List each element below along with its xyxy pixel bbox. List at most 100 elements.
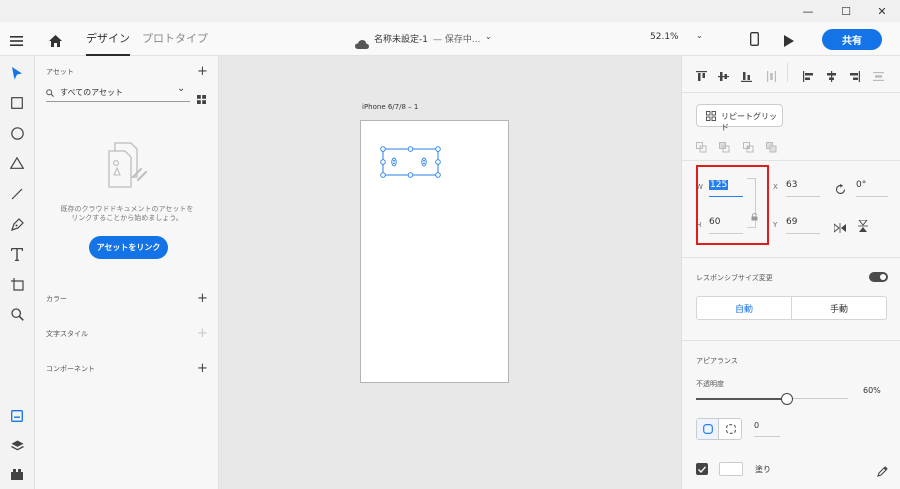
assets-panel: アセット + すべてのアセット ⌄ 既存のクラウドドキュメントのアセットを リン… [35,56,219,489]
add-color-plus-icon[interactable]: + [197,292,208,305]
uniform-radius-button[interactable] [697,419,719,439]
text-tool-icon[interactable] [6,243,28,265]
uniform-corner-icon [703,424,713,434]
device-preview-icon[interactable] [750,31,759,50]
auto-resize-button[interactable]: 自動 [696,296,792,320]
align-left-icon[interactable] [803,67,814,86]
distribute-vertical-icon [873,67,884,86]
divider [682,257,900,258]
corner-radius-field[interactable]: 0 [754,421,759,430]
selected-repeat-grid-element[interactable] [380,146,442,181]
rectangle-tool-icon[interactable] [6,92,28,114]
maximize-button[interactable]: ☐ [828,0,864,22]
corner-radius-mode-toggle [696,418,742,440]
align-bottom-icon[interactable] [741,67,752,86]
fill-label: 塗り [755,465,771,474]
check-icon [698,465,706,473]
link-assets-button[interactable]: アセットをリンク [89,236,168,259]
rotation-field[interactable]: 0° [856,180,866,190]
share-button[interactable]: 共有 [822,29,882,50]
boolean-exclude-icon [766,138,777,157]
asset-filter-dropdown[interactable]: すべてのアセット ⌄ [46,83,190,102]
filter-chevron-down-icon: ⌄ [177,83,186,94]
align-middle-icon[interactable] [718,67,729,86]
opacity-slider[interactable] [696,393,848,405]
section-components-label: コンポーネント [46,365,95,373]
repeat-grid-button[interactable]: リピートグリッド [696,104,783,132]
align-right-icon[interactable] [849,67,860,86]
highlight-annotation [696,165,769,245]
ellipse-tool-icon[interactable] [6,122,28,144]
minimize-button[interactable]: — [790,0,826,22]
pen-tool-icon[interactable] [6,213,28,235]
cloud-icon [355,34,369,53]
play-preview-icon[interactable] [784,32,794,51]
opacity-slider-fill [696,398,788,400]
eyedropper-icon[interactable] [877,462,888,481]
tool-bar [0,56,35,489]
section-colors-label: カラー [46,295,67,303]
manual-resize-button[interactable]: 手動 [791,296,887,320]
responsive-resize-toggle[interactable] [869,272,888,282]
add-character-style-plus-icon: + [197,326,208,341]
repeat-grid-label: リピートグリッド [721,112,777,132]
corner-radius-underline [754,436,780,437]
search-icon [46,89,54,97]
assets-panel-icon[interactable] [6,405,28,427]
app-header: デザイン プロトタイプ 名称未設定-1 — 保存中... ⌄ 52.1% ⌄ 共… [0,22,900,56]
layers-panel-icon[interactable] [6,435,28,457]
rotation-field-underline [856,196,888,197]
design-canvas[interactable]: iPhone 6/7/8 – 1 [219,56,681,489]
line-tool-icon[interactable] [6,183,28,205]
property-inspector: リピートグリッド W 125 H 60 X 63 Y 69 0° レスポンシブサ… [681,56,900,489]
divider [682,92,900,93]
zoom-tool-icon[interactable] [6,303,28,325]
divider [787,63,788,82]
add-component-plus-icon[interactable]: + [197,362,208,375]
home-icon[interactable] [49,32,62,51]
select-tool-icon[interactable] [6,62,28,84]
add-asset-plus-icon[interactable]: + [197,65,208,78]
align-top-icon[interactable] [696,67,707,86]
opacity-label: 不透明度 [696,380,724,388]
opacity-slider-thumb[interactable] [781,393,794,405]
repeat-grid-icon [706,111,716,121]
section-character-styles-label: 文字スタイル [46,330,88,338]
align-center-icon[interactable] [826,67,837,86]
document-title[interactable]: 名称未設定-1 [374,32,428,45]
artboard[interactable] [360,120,509,383]
chevron-down-icon[interactable]: ⌄ [485,32,492,41]
opacity-value[interactable]: 60% [863,386,881,395]
distribute-horizontal-icon [766,67,777,86]
tab-design[interactable]: デザイン [86,22,130,56]
linked-document-illustration-icon [107,139,149,195]
responsive-resize-label: レスポンシブサイズ変更 [696,274,773,282]
divider [682,340,900,341]
fill-color-swatch[interactable] [719,462,743,476]
flip-vertical-icon[interactable] [858,217,868,236]
grid-view-icon[interactable] [197,89,206,108]
empty-assets-message-line2: リンクすることから始めましょう。 [71,214,183,222]
appearance-section-title: アピアランス [696,357,738,365]
per-corner-radius-button[interactable] [720,419,742,439]
close-window-button[interactable]: ✕ [864,0,900,22]
boolean-intersect-icon [743,138,754,157]
tab-prototype[interactable]: プロトタイプ [142,22,208,56]
x-field-underline [786,196,820,197]
x-label: X [773,183,778,191]
boolean-add-icon [696,138,707,157]
fill-checkbox[interactable] [696,463,708,475]
per-corner-icon [726,424,736,434]
y-field[interactable]: 69 [786,217,797,227]
artboard-label[interactable]: iPhone 6/7/8 – 1 [362,103,418,111]
artboard-tool-icon[interactable] [6,273,28,295]
x-field[interactable]: 63 [786,180,797,190]
assets-panel-title: アセット [46,68,74,76]
boolean-subtract-icon [719,138,730,157]
zoom-level[interactable]: 52.1% [650,32,679,42]
hamburger-menu-icon[interactable] [10,32,23,51]
flip-horizontal-icon[interactable] [833,218,846,237]
polygon-tool-icon[interactable] [6,152,28,174]
plugins-panel-icon[interactable] [6,463,28,485]
zoom-chevron-down-icon[interactable]: ⌄ [696,31,703,40]
